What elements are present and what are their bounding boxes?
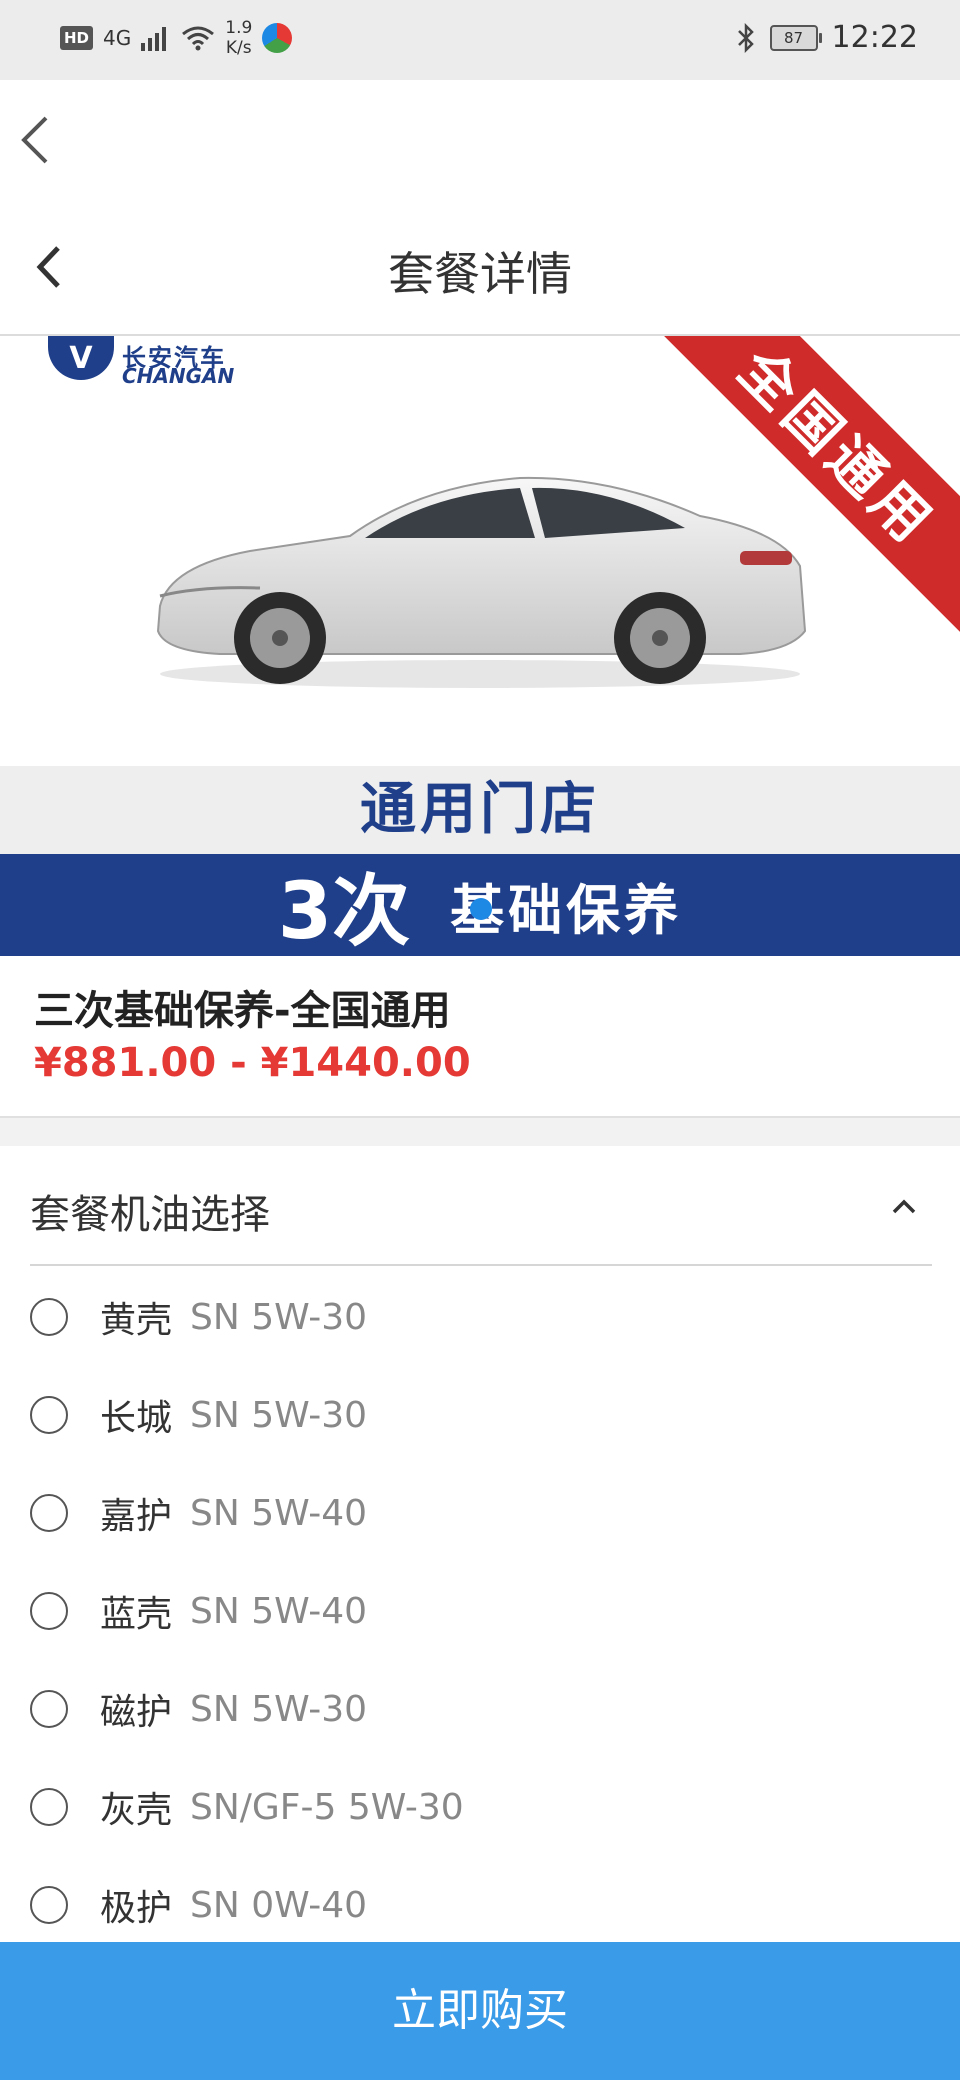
service-count: 3次 bbox=[277, 867, 411, 956]
outer-back-icon[interactable] bbox=[14, 110, 54, 170]
product-banner[interactable]: V 长安汽车 CHANGAN 全国通用 通用门店 3次 基础保养 bbox=[0, 336, 960, 956]
product-info: 三次基础保养-全国通用 ¥881.00 - ¥1440.00 bbox=[0, 956, 960, 1118]
radio-button[interactable] bbox=[30, 1886, 68, 1924]
oil-option[interactable]: 嘉护 SN 5W-40 bbox=[0, 1464, 960, 1562]
oil-selection-section: 套餐机油选择 黄壳 SN 5W-30 长城 SN 5W-30 嘉护 SN 5W-… bbox=[0, 1146, 960, 1946]
oil-brand: 灰壳 bbox=[100, 1790, 173, 1831]
hd-badge: HD bbox=[60, 26, 94, 50]
signal-icon bbox=[141, 27, 167, 51]
oil-option[interactable]: 磁护 SN 5W-30 bbox=[0, 1660, 960, 1758]
product-price: ¥881.00 - ¥1440.00 bbox=[34, 1040, 471, 1086]
radio-button[interactable] bbox=[30, 1494, 68, 1532]
status-bar: HD 4G 1.9 K/s 87 12:22 bbox=[0, 0, 960, 80]
oil-option[interactable]: 蓝壳 SN 5W-40 bbox=[0, 1562, 960, 1660]
brand-logo: V bbox=[48, 336, 114, 380]
radio-button[interactable] bbox=[30, 1592, 68, 1630]
oil-option[interactable]: 极护 SN 0W-40 bbox=[0, 1856, 960, 1954]
oil-section-header[interactable]: 套餐机油选择 bbox=[30, 1146, 932, 1266]
clock: 12:22 bbox=[831, 20, 918, 55]
oil-spec: SN 5W-30 bbox=[190, 1394, 368, 1436]
oil-option[interactable]: 长城 SN 5W-30 bbox=[0, 1366, 960, 1464]
oil-option[interactable]: 黄壳 SN 5W-30 bbox=[0, 1268, 960, 1366]
store-band: 通用门店 bbox=[0, 766, 960, 854]
radio-button[interactable] bbox=[30, 1396, 68, 1434]
page-header: 套餐详情 bbox=[0, 200, 960, 336]
oil-brand: 蓝壳 bbox=[100, 1594, 173, 1635]
oil-brand: 黄壳 bbox=[100, 1300, 173, 1341]
outer-nav-bar bbox=[0, 80, 960, 200]
app-notification-icon bbox=[262, 23, 293, 53]
car-image bbox=[156, 476, 807, 688]
wifi-icon bbox=[182, 26, 215, 51]
chevron-up-icon[interactable] bbox=[890, 1196, 918, 1216]
buy-now-button[interactable]: 立即购买 bbox=[0, 1942, 960, 2080]
oil-option[interactable]: 灰壳 SN/GF-5 5W-30 bbox=[0, 1758, 960, 1856]
oil-spec: SN 5W-40 bbox=[190, 1590, 368, 1632]
oil-spec: SN/GF-5 5W-30 bbox=[190, 1786, 464, 1828]
carousel-indicator[interactable] bbox=[470, 898, 492, 920]
radio-button[interactable] bbox=[30, 1788, 68, 1826]
oil-option-list: 黄壳 SN 5W-30 长城 SN 5W-30 嘉护 SN 5W-40 蓝壳 S… bbox=[0, 1268, 960, 1954]
radio-button[interactable] bbox=[30, 1298, 68, 1336]
oil-brand: 磁护 bbox=[100, 1692, 173, 1733]
page-title: 套餐详情 bbox=[388, 247, 572, 301]
oil-section-title: 套餐机油选择 bbox=[30, 1192, 270, 1238]
network-type: 4G bbox=[103, 26, 132, 50]
brand-name-en: CHANGAN bbox=[122, 364, 235, 388]
oil-spec: SN 5W-30 bbox=[190, 1688, 368, 1730]
radio-button[interactable] bbox=[30, 1690, 68, 1728]
network-speed: 1.9 K/s bbox=[225, 18, 253, 58]
bluetooth-icon bbox=[737, 22, 754, 53]
status-left: HD 4G 1.9 K/s bbox=[60, 18, 293, 58]
product-title: 三次基础保养-全国通用 bbox=[34, 988, 451, 1034]
oil-spec: SN 5W-30 bbox=[190, 1296, 368, 1338]
oil-spec: SN 0W-40 bbox=[190, 1884, 368, 1926]
oil-brand: 长城 bbox=[100, 1398, 173, 1439]
oil-brand: 嘉护 bbox=[100, 1496, 173, 1537]
battery-icon: 87 bbox=[769, 24, 822, 51]
oil-spec: SN 5W-40 bbox=[190, 1492, 368, 1534]
oil-brand: 极护 bbox=[100, 1888, 173, 1929]
status-right: 87 12:22 bbox=[736, 20, 918, 55]
